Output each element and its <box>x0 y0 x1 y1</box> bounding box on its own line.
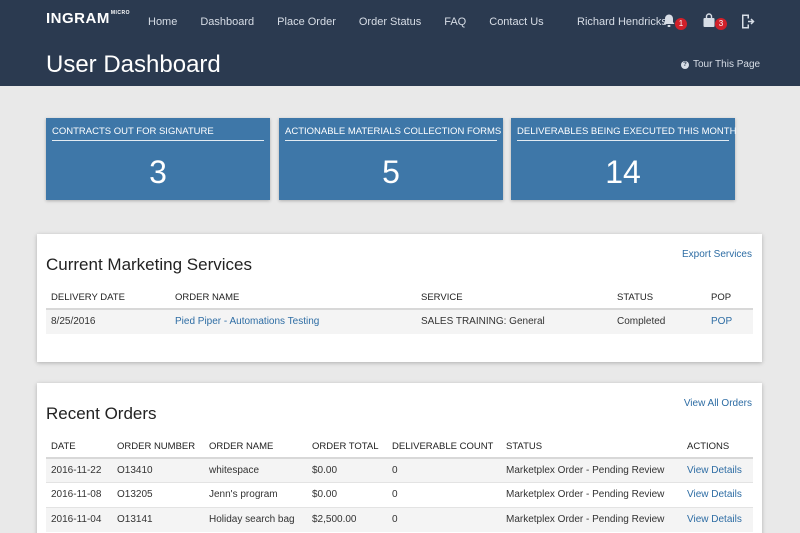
top-header: INGRAMMICRO Home Dashboard Place Order O… <box>0 0 800 86</box>
order-number-cell: O13141 <box>112 506 204 532</box>
table-row: 8/25/2016 Pied Piper - Automations Testi… <box>46 308 753 334</box>
pop-link[interactable]: POP <box>711 316 732 327</box>
column-header-order-total[interactable]: ORDER TOTAL <box>307 435 387 459</box>
column-header-order-name[interactable]: ORDER NAME <box>170 286 416 310</box>
stat-card-materials-forms[interactable]: ACTIONABLE MATERIALS COLLECTION FORMS 5 <box>279 118 503 200</box>
status-cell: Marketplex Order - Pending Review <box>501 482 682 507</box>
view-all-orders-link[interactable]: View All Orders <box>684 398 752 409</box>
bell-icon <box>663 14 675 27</box>
column-header-status[interactable]: STATUS <box>501 435 682 459</box>
nav-place-order[interactable]: Place Order <box>277 16 336 28</box>
order-number-cell: O13205 <box>112 482 204 507</box>
table-header-row: DELIVERY DATE ORDER NAME SERVICE STATUS … <box>46 286 753 310</box>
order-name-link[interactable]: Pied Piper - Automations Testing <box>175 316 319 327</box>
stat-card-contracts[interactable]: CONTRACTS OUT FOR SIGNATURE 3 <box>46 118 270 200</box>
page-title: User Dashboard <box>46 51 221 78</box>
marketing-services-title: Current Marketing Services <box>46 255 252 274</box>
tour-link[interactable]: ? Tour This Page <box>681 59 760 70</box>
order-total-cell: $2,500.00 <box>307 506 387 532</box>
view-details-link[interactable]: View Details <box>687 465 742 476</box>
actions-cell: View Details <box>682 506 753 532</box>
stat-value: 5 <box>382 154 400 190</box>
column-header-pop[interactable]: POP <box>706 286 753 310</box>
table-row: 2016-11-08 O13205 Jenn's program $0.00 0… <box>46 482 753 507</box>
order-total-cell: $0.00 <box>307 457 387 483</box>
user-name[interactable]: Richard Hendricks <box>577 16 667 28</box>
column-header-delivery-date[interactable]: DELIVERY DATE <box>46 286 170 310</box>
recent-orders-title: Recent Orders <box>46 404 157 423</box>
order-name-cell: whitespace <box>204 457 307 483</box>
status-cell: Marketplex Order - Pending Review <box>501 506 682 532</box>
column-header-status[interactable]: STATUS <box>612 286 706 310</box>
delivery-date-cell: 8/25/2016 <box>46 308 170 334</box>
column-header-service[interactable]: SERVICE <box>416 286 612 310</box>
deliverable-count-cell: 0 <box>387 506 501 532</box>
view-details-link[interactable]: View Details <box>687 489 742 500</box>
order-number-cell: O13410 <box>112 457 204 483</box>
order-name-cell: Jenn's program <box>204 482 307 507</box>
date-cell: 2016-11-08 <box>46 482 112 507</box>
service-cell: SALES TRAINING: General <box>416 308 612 334</box>
logo-subtext: MICRO <box>110 10 130 16</box>
column-header-deliverable-count[interactable]: DELIVERABLE COUNT <box>387 435 501 459</box>
deliverable-count-cell: 0 <box>387 457 501 483</box>
order-name-cell: Pied Piper - Automations Testing <box>170 308 416 334</box>
notifications-button[interactable]: 1 <box>662 13 688 31</box>
date-cell: 2016-11-22 <box>46 457 112 483</box>
status-cell: Completed <box>612 308 706 334</box>
deliverable-count-cell: 0 <box>387 482 501 507</box>
table-row: 2016-11-04 O13141 Holiday search bag $2,… <box>46 506 753 532</box>
date-cell: 2016-11-04 <box>46 506 112 532</box>
stat-label: CONTRACTS OUT FOR SIGNATURE <box>52 126 264 141</box>
nav-contact-us[interactable]: Contact Us <box>489 16 543 28</box>
order-total-cell: $0.00 <box>307 482 387 507</box>
shopping-bag-icon <box>703 13 715 27</box>
export-services-link[interactable]: Export Services <box>682 249 752 260</box>
view-details-link[interactable]: View Details <box>687 514 742 525</box>
order-name-cell: Holiday search bag <box>204 506 307 532</box>
stat-label: ACTIONABLE MATERIALS COLLECTION FORMS <box>285 126 501 141</box>
cart-button[interactable]: 3 <box>702 13 728 31</box>
status-cell: Marketplex Order - Pending Review <box>501 457 682 483</box>
stat-label: DELIVERABLES BEING EXECUTED THIS MONTH <box>517 126 736 141</box>
stat-value: 14 <box>605 154 641 190</box>
pop-cell: POP <box>706 308 753 334</box>
logo-text: INGRAM <box>46 10 110 27</box>
marketing-services-panel: Current Marketing Services Export Servic… <box>37 234 762 362</box>
logout-icon <box>742 14 755 29</box>
marketing-services-table: DELIVERY DATE ORDER NAME SERVICE STATUS … <box>46 286 753 334</box>
column-header-actions: ACTIONS <box>682 435 753 459</box>
nav-dashboard[interactable]: Dashboard <box>200 16 254 28</box>
nav-faq[interactable]: FAQ <box>444 16 466 28</box>
stat-card-deliverables[interactable]: DELIVERABLES BEING EXECUTED THIS MONTH 1… <box>511 118 736 200</box>
table-header-row: DATE ORDER NUMBER ORDER NAME ORDER TOTAL… <box>46 435 753 459</box>
column-header-date[interactable]: DATE <box>46 435 112 459</box>
ingram-logo[interactable]: INGRAMMICRO <box>46 10 130 27</box>
actions-cell: View Details <box>682 457 753 483</box>
tour-label: Tour This Page <box>693 59 761 70</box>
nav-home[interactable]: Home <box>148 16 177 28</box>
notifications-badge: 1 <box>675 18 687 30</box>
help-icon: ? <box>681 60 689 69</box>
table-row: 2016-11-22 O13410 whitespace $0.00 0 Mar… <box>46 457 753 483</box>
stat-value: 3 <box>149 154 167 190</box>
recent-orders-panel: Recent Orders View All Orders DATE ORDER… <box>37 383 762 533</box>
recent-orders-table: DATE ORDER NUMBER ORDER NAME ORDER TOTAL… <box>46 435 753 532</box>
cart-badge: 3 <box>715 18 727 30</box>
column-header-order-name[interactable]: ORDER NAME <box>204 435 307 459</box>
nav-order-status[interactable]: Order Status <box>359 16 421 28</box>
column-header-order-number[interactable]: ORDER NUMBER <box>112 435 204 459</box>
main-nav: Home Dashboard Place Order Order Status … <box>148 16 567 28</box>
logout-button[interactable] <box>740 13 766 31</box>
actions-cell: View Details <box>682 482 753 507</box>
